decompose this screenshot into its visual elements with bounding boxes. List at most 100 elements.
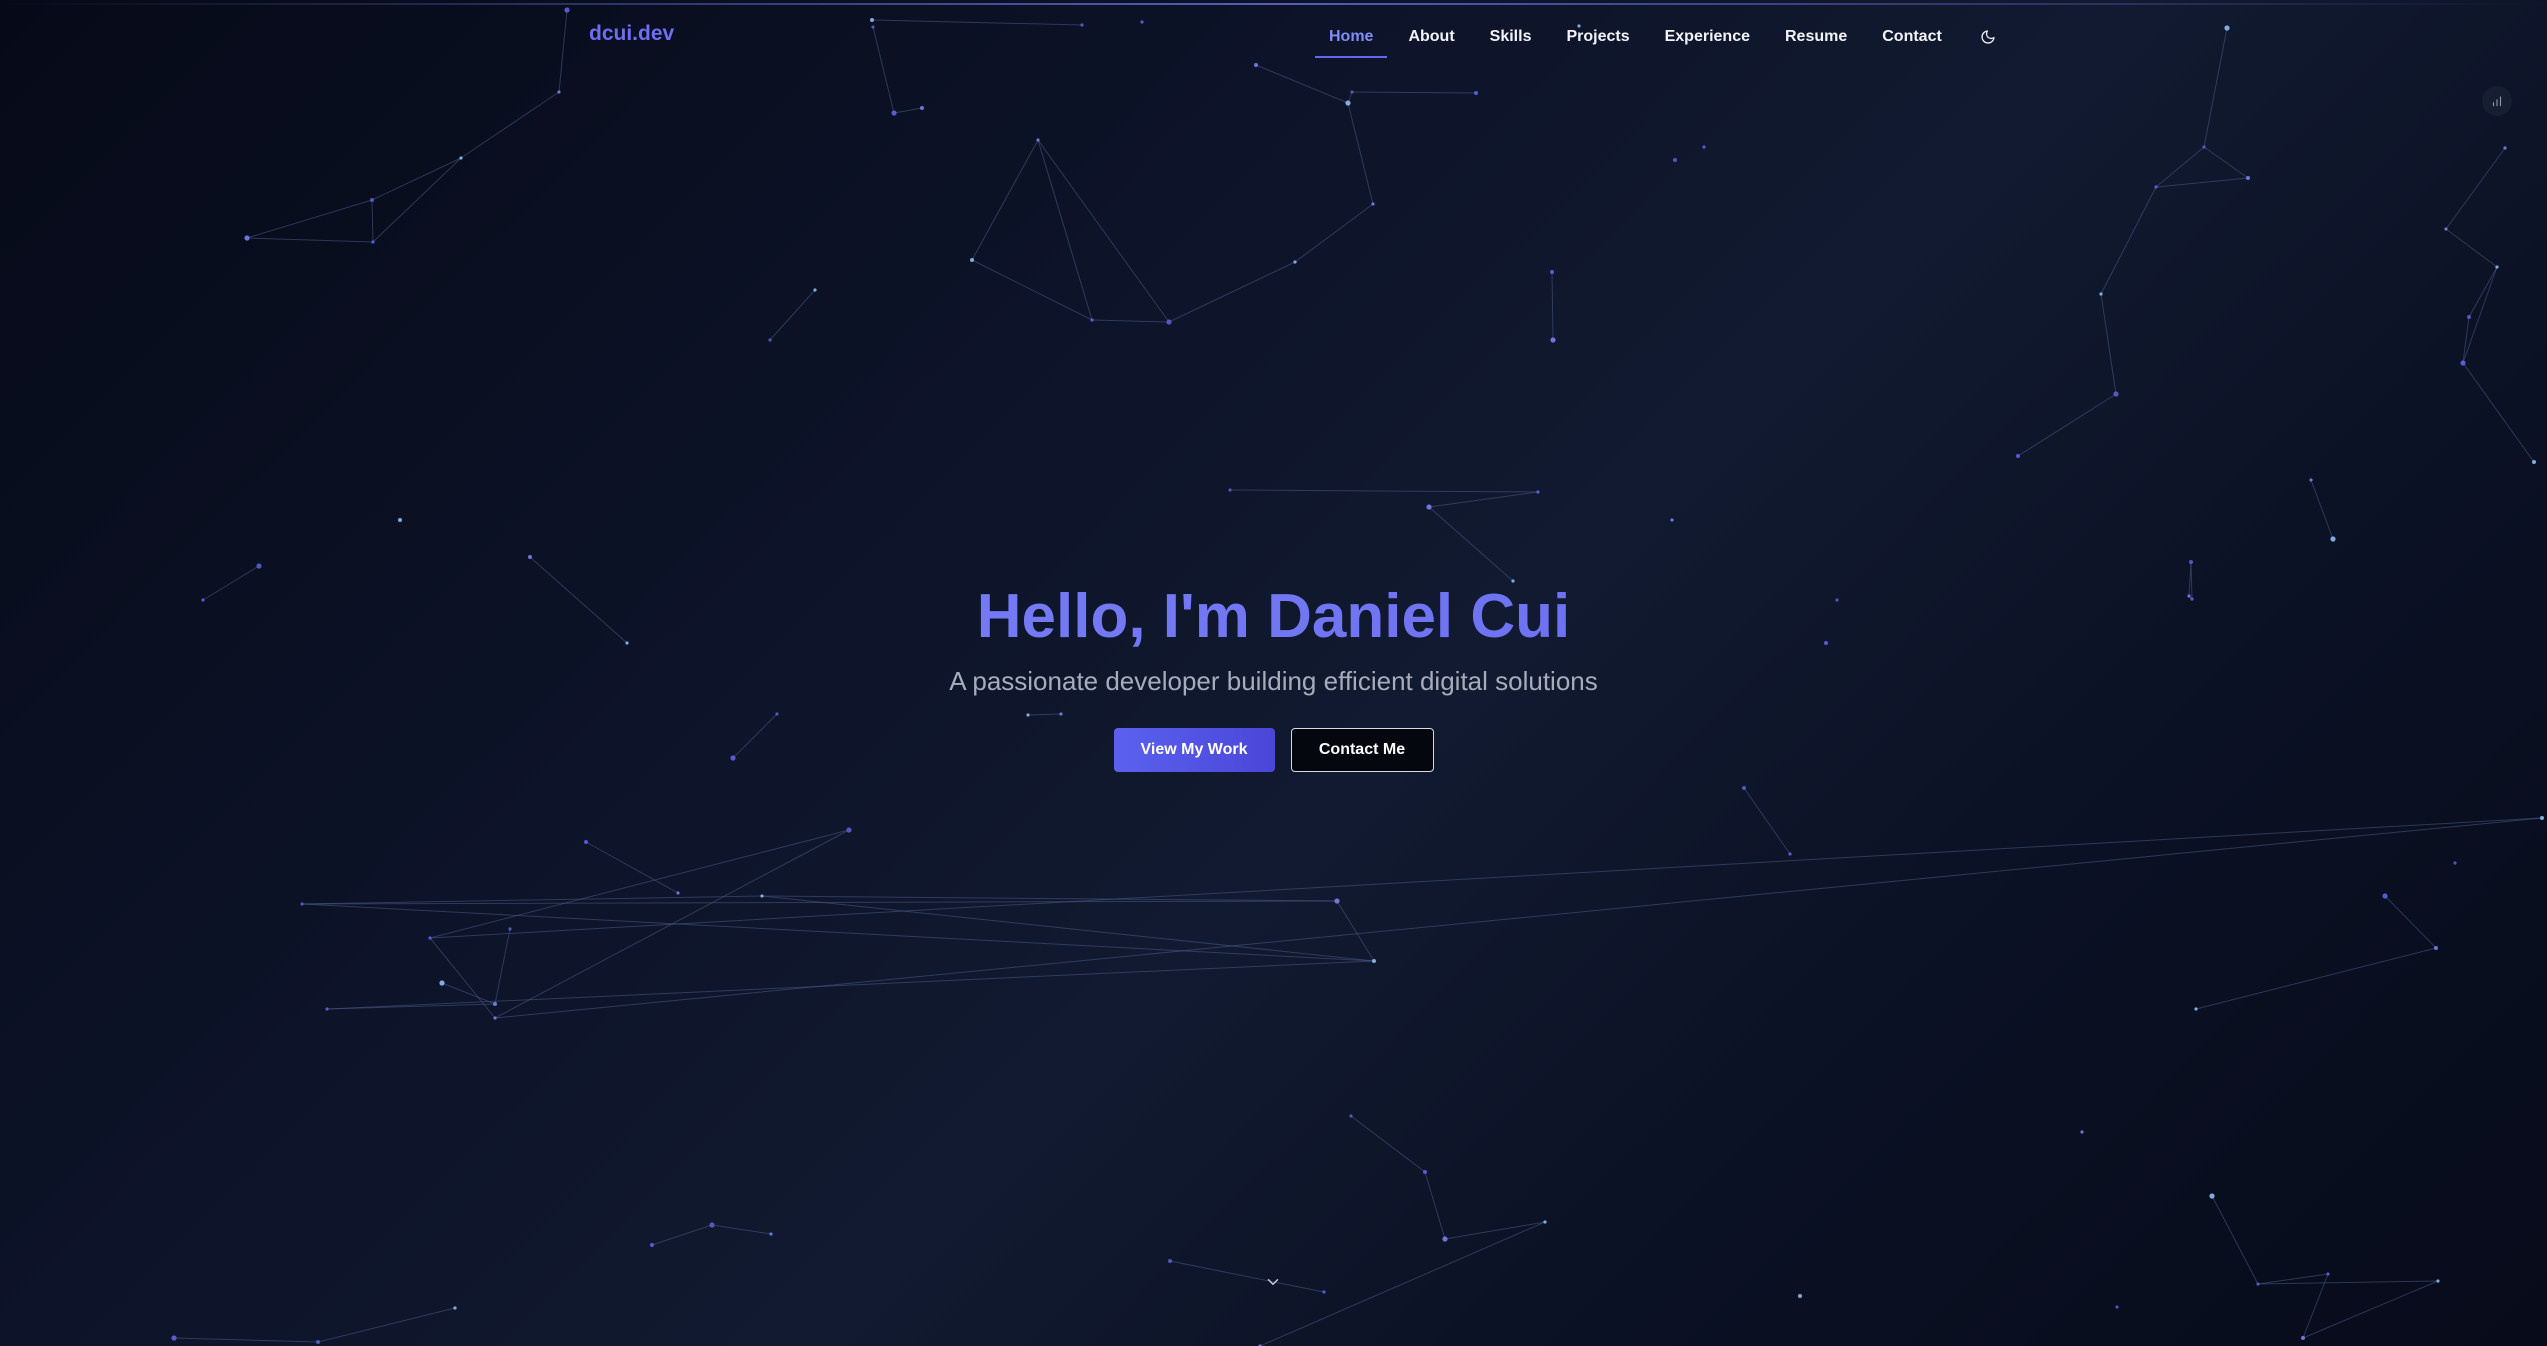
network-node [256, 563, 262, 569]
network-node [1550, 337, 1556, 343]
network-link [2257, 1273, 2329, 1285]
network-node [459, 156, 463, 160]
network-node [1293, 260, 1297, 264]
network-node [316, 1340, 320, 1344]
network-node [676, 891, 680, 895]
network-link [246, 237, 374, 243]
network-node [970, 258, 974, 262]
network-link [2155, 177, 2249, 188]
network-node [2532, 460, 2536, 464]
network-link [2302, 1280, 2439, 1339]
network-node [2540, 816, 2544, 820]
nav-item-projects[interactable]: Projects [1550, 22, 1645, 52]
network-link [1350, 1115, 1426, 1173]
network-node [493, 1016, 497, 1020]
network-node [428, 936, 432, 940]
site-logo[interactable]: dcui.dev [589, 22, 674, 46]
network-link [2155, 146, 2205, 188]
network-link [2195, 947, 2437, 1010]
network-link [371, 157, 462, 201]
nav-item-skills[interactable]: Skills [1474, 22, 1548, 52]
network-link [2211, 1195, 2259, 1285]
chevron-down-icon [1267, 1279, 1279, 1285]
network-link [460, 91, 560, 159]
network-node [891, 110, 897, 116]
network-node [2326, 1272, 2330, 1276]
contact-me-button[interactable]: Contact Me [1290, 728, 1434, 772]
network-link [371, 199, 374, 243]
nav-item-experience[interactable]: Experience [1649, 22, 1766, 52]
network-node [1426, 504, 1432, 510]
network-node [2382, 893, 2388, 899]
network-node [171, 1335, 177, 1341]
network-node [508, 927, 512, 931]
network-node [1543, 1220, 1547, 1224]
network-node [1742, 786, 1746, 790]
nav-item-contact[interactable]: Contact [1866, 22, 1958, 52]
network-node [813, 288, 817, 292]
network-node [2080, 1130, 2084, 1134]
network-node [1536, 490, 1540, 494]
network-node [768, 338, 772, 342]
hero-title: Hello, I'm Daniel Cui [0, 570, 2547, 664]
network-node [920, 106, 924, 110]
network-node [2309, 478, 2313, 482]
network-link [1551, 271, 1554, 341]
network-node [325, 1007, 329, 1011]
network-node [453, 1306, 457, 1310]
network-link [1347, 102, 1374, 205]
network-link [1037, 139, 1093, 321]
network-node [650, 1243, 654, 1247]
network-node [2246, 176, 2250, 180]
network-node [2460, 360, 2466, 366]
network-node [1442, 1236, 1448, 1242]
network-node [1350, 90, 1354, 94]
network-node [300, 902, 304, 906]
network-node [1372, 959, 1376, 963]
network-link [2100, 293, 2117, 395]
network-link [1428, 491, 1539, 508]
network-link [769, 289, 816, 341]
network-link [246, 199, 373, 239]
network-node [584, 840, 588, 844]
network-node [1474, 91, 1478, 95]
network-link [301, 903, 1375, 962]
network-link [1743, 787, 1791, 855]
network-node [2301, 1336, 2305, 1340]
network-node [1798, 1294, 1802, 1298]
network-node [2436, 1279, 2440, 1283]
network-node [1168, 1259, 1172, 1263]
nav-item-home[interactable]: Home [1313, 22, 1389, 58]
network-node [1349, 1114, 1353, 1118]
network-link [2462, 316, 2470, 364]
network-node [2444, 227, 2448, 231]
network-link [2445, 228, 2498, 268]
network-node [557, 90, 561, 94]
network-node [2099, 292, 2103, 296]
network-node [1673, 158, 1677, 162]
network-node [1090, 318, 1094, 322]
network-node [709, 1222, 715, 1228]
nav-item-about[interactable]: About [1392, 22, 1470, 52]
network-link [2257, 1280, 2439, 1285]
network-node [2503, 146, 2507, 150]
network-link [1091, 319, 1170, 323]
hero-section: Hello, I'm Daniel Cui A passionate devel… [0, 570, 2547, 772]
network-link [1424, 1171, 1446, 1240]
stats-toggle-button[interactable] [2482, 86, 2512, 116]
network-node [846, 827, 852, 833]
network-link [1229, 489, 1539, 493]
network-link [2203, 146, 2249, 179]
network-node [2209, 1193, 2215, 1199]
scroll-down-button[interactable] [1262, 1271, 1284, 1293]
view-my-work-button[interactable]: View My Work [1113, 728, 1275, 772]
hero-buttons: View My Work Contact Me [0, 728, 2547, 772]
network-link [173, 1337, 319, 1343]
network-node [244, 235, 250, 241]
network-node [2113, 391, 2119, 397]
navbar: dcui.dev Home About Skills Projects Expe… [0, 0, 2547, 76]
nav-item-resume[interactable]: Resume [1769, 22, 1863, 52]
theme-toggle-button[interactable] [1975, 24, 2001, 50]
network-link [2384, 895, 2437, 949]
network-node [1334, 898, 1340, 904]
